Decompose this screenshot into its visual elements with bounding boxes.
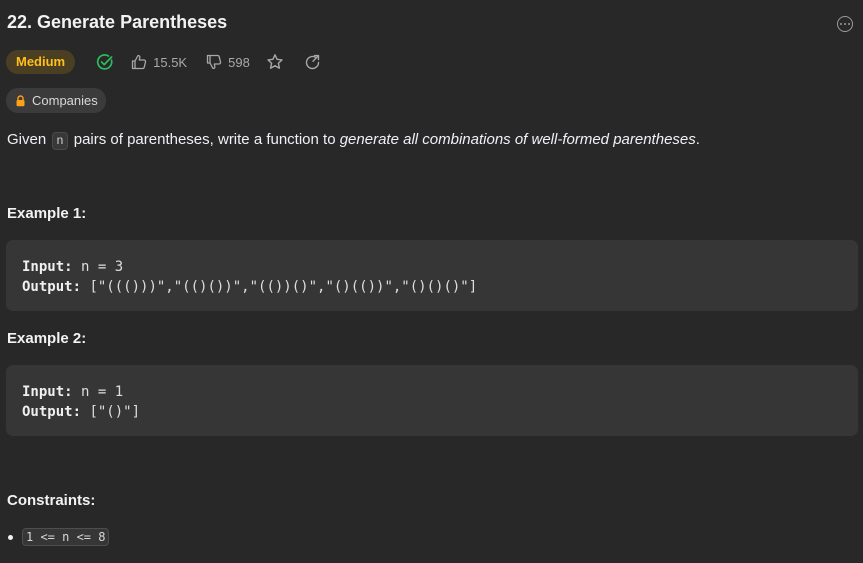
constraints-list: 1 <= n <= 8 xyxy=(8,528,110,546)
constraint-item: 1 <= n <= 8 xyxy=(22,528,110,546)
input-value: n = 1 xyxy=(72,384,124,400)
example-2-heading: Example 2: xyxy=(7,330,87,347)
example-1-block: Input: n = 3 Output: ["((()))","(()())",… xyxy=(6,240,858,311)
thumbs-up-icon xyxy=(131,54,147,70)
share-button[interactable] xyxy=(304,54,321,71)
dislike-count: 598 xyxy=(228,54,250,70)
input-value: n = 3 xyxy=(72,259,124,275)
companies-tag[interactable]: Companies xyxy=(6,88,106,113)
problem-title[interactable]: 22. Generate Parentheses xyxy=(7,12,227,33)
check-circle-icon xyxy=(96,53,114,71)
favorite-button[interactable] xyxy=(266,53,284,71)
bullet xyxy=(8,534,13,540)
dislike-button[interactable]: 598 xyxy=(206,54,250,70)
output-value: ["((()))","(()())","(())()","()(())","()… xyxy=(81,279,478,295)
like-button[interactable]: 15.5K xyxy=(131,54,187,70)
example-1-heading: Example 1: xyxy=(7,205,87,222)
companies-label: Companies xyxy=(32,93,98,108)
description-text: Given xyxy=(7,131,51,148)
problem-description: Given n pairs of parentheses, write a fu… xyxy=(7,131,700,150)
example-2-block: Input: n = 1 Output: ["()"] xyxy=(6,365,858,436)
description-text: . xyxy=(695,131,700,148)
problem-meta-row: Medium 15.5K 598 xyxy=(6,50,321,74)
thumbs-down-icon xyxy=(206,54,222,70)
output-value: ["()"] xyxy=(81,404,141,420)
output-label: Output: xyxy=(22,279,82,295)
more-icon[interactable] xyxy=(837,16,853,32)
description-emphasis: generate all combinations of well-formed… xyxy=(339,131,696,148)
lock-icon xyxy=(15,94,26,107)
like-count: 15.5K xyxy=(153,54,188,70)
description-text: pairs of parentheses, write a function t… xyxy=(69,131,340,148)
constraints-heading: Constraints: xyxy=(7,492,96,509)
inline-code-var: n xyxy=(52,132,68,150)
difficulty-badge: Medium xyxy=(6,50,76,74)
star-icon xyxy=(267,54,283,69)
share-icon xyxy=(305,54,320,69)
problem-description-panel: 22. Generate Parentheses Medium 15.5K 59… xyxy=(0,0,863,563)
output-label: Output: xyxy=(22,404,82,420)
input-label: Input: xyxy=(22,384,73,400)
input-label: Input: xyxy=(22,259,73,275)
